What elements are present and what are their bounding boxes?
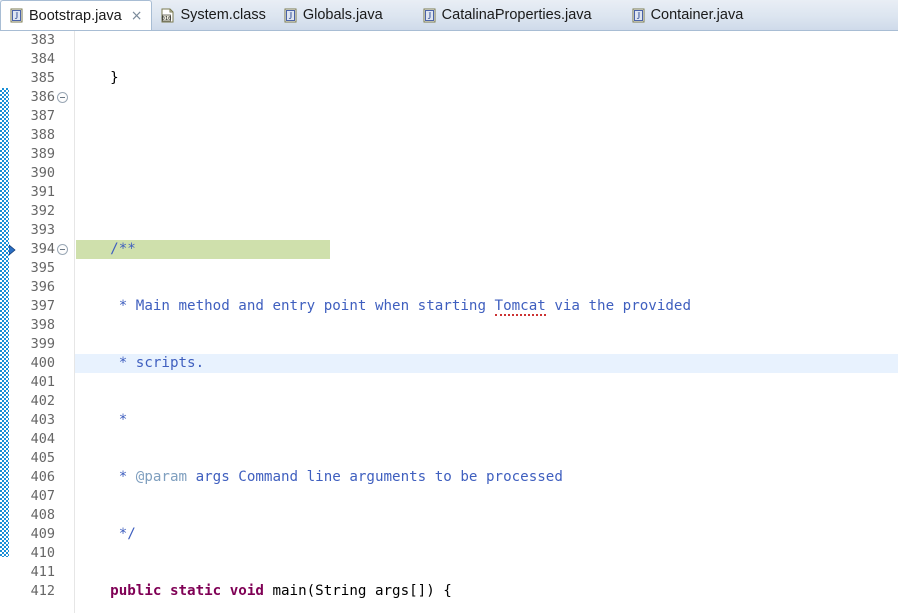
line-number: 387	[30, 108, 55, 124]
code-line-391: */	[76, 526, 136, 542]
line-number: 385	[30, 70, 55, 86]
line-number: 412	[30, 583, 55, 599]
tab-label: CatalinaProperties.java	[441, 7, 592, 23]
code-editor[interactable]: 383 384 385 386 387 388 389 390 391 392 …	[0, 31, 898, 613]
tab-label: System.class	[180, 7, 266, 23]
code-line-392: public static void main(String args[]) {	[110, 583, 452, 599]
line-number: 405	[30, 450, 55, 466]
line-number: 404	[30, 431, 55, 447]
line-number: 402	[30, 393, 55, 409]
java-file-icon: J	[283, 8, 298, 23]
line-number: 397	[30, 298, 55, 314]
line-number-gutter[interactable]: 383 384 385 386 387 388 389 390 391 392 …	[2, 31, 75, 613]
tab-container-java[interactable]: J Container.java	[623, 0, 753, 30]
line-number: 408	[30, 507, 55, 523]
line-number: 393	[30, 222, 55, 238]
svg-text:010: 010	[162, 16, 172, 22]
fold-collapse-icon[interactable]	[57, 92, 68, 103]
line-number: 391	[30, 184, 55, 200]
editor-tab-bar: J Bootstrap.java × 010 System.class J Gl…	[0, 0, 898, 31]
code-line-386: /**	[76, 241, 136, 257]
change-bar	[0, 31, 9, 613]
line-number: 388	[30, 127, 55, 143]
line-number: 411	[30, 564, 55, 580]
line-number: 406	[30, 469, 55, 485]
line-number: 395	[30, 260, 55, 276]
tab-globals-java[interactable]: J Globals.java	[275, 0, 392, 30]
svg-text:J: J	[636, 11, 640, 21]
line-number: 410	[30, 545, 55, 561]
code-line-387: * Main method and entry point when start…	[76, 298, 692, 316]
line-number: 396	[30, 279, 55, 295]
svg-text:J: J	[289, 11, 293, 21]
code-line-383: }	[76, 70, 119, 86]
line-number: 409	[30, 526, 55, 542]
tab-label: Bootstrap.java	[29, 7, 122, 24]
line-number: 398	[30, 317, 55, 333]
line-number: 386	[30, 89, 55, 105]
line-number: 401	[30, 374, 55, 390]
svg-text:J: J	[15, 11, 19, 21]
java-file-icon: J	[631, 8, 646, 23]
line-number: 407	[30, 488, 55, 504]
tab-system-class[interactable]: 010 System.class	[152, 0, 274, 30]
line-number: 384	[30, 51, 55, 67]
code-line-389: *	[76, 412, 128, 428]
svg-text:J: J	[427, 11, 431, 21]
code-line-390: * @param args Command line arguments to …	[76, 469, 563, 485]
line-number: 392	[30, 203, 55, 219]
line-number: 389	[30, 146, 55, 162]
change-bar-segment	[0, 88, 9, 557]
line-number: 400	[30, 355, 55, 371]
line-number: 399	[30, 336, 55, 352]
line-number: 383	[30, 32, 55, 48]
code-text-area[interactable]: } /** * Main method and entry point when…	[76, 31, 898, 613]
class-file-icon: 010	[160, 8, 175, 23]
java-file-icon: J	[422, 8, 437, 23]
close-icon[interactable]: ×	[131, 9, 143, 23]
tab-label: Container.java	[650, 7, 744, 23]
fold-collapse-icon[interactable]	[57, 244, 68, 255]
tab-label: Globals.java	[302, 7, 383, 23]
line-number: 403	[30, 412, 55, 428]
tab-bootstrap-java[interactable]: J Bootstrap.java ×	[0, 0, 153, 30]
code-line-388: * scripts.	[76, 355, 205, 371]
java-file-icon: J	[9, 8, 24, 23]
line-number: 390	[30, 165, 55, 181]
tab-catalinaproperties-java[interactable]: J CatalinaProperties.java	[414, 0, 601, 30]
